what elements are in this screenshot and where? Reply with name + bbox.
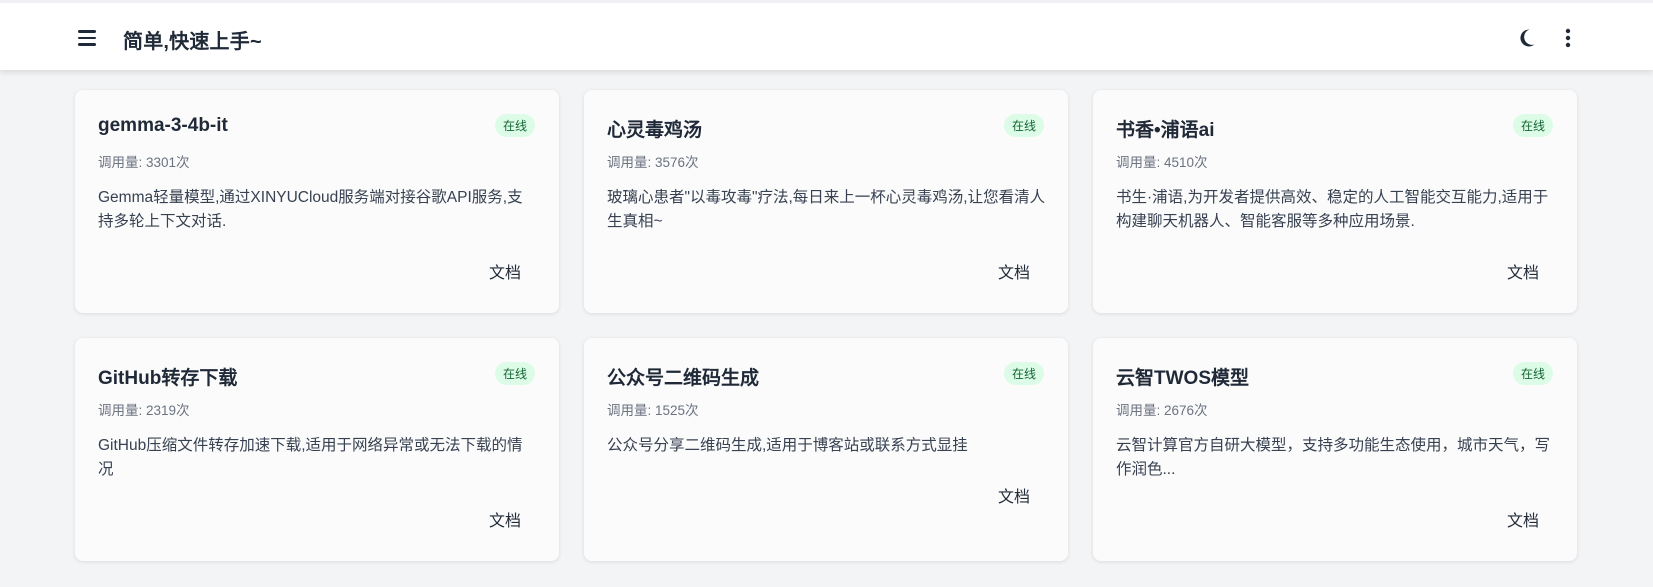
status-badge: 在线 [1003, 362, 1044, 385]
call-count: 调用量: 3576次 [607, 155, 699, 170]
status-badge: 在线 [1512, 114, 1553, 137]
api-card[interactable]: 书香•浦语ai 在线 调用量: 4510次 书生·浦语,为开发者提供高效、稳定的… [1093, 90, 1577, 313]
api-card-title: gemma-3-4b-it [98, 115, 228, 136]
call-count: 调用量: 4510次 [1116, 155, 1208, 170]
call-count: 调用量: 2319次 [98, 403, 190, 418]
api-card[interactable]: GitHub转存下载 在线 调用量: 2319次 GitHub压缩文件转存加速下… [75, 338, 559, 561]
docs-link[interactable]: 文档 [489, 259, 521, 283]
docs-link[interactable]: 文档 [1507, 259, 1539, 283]
api-card[interactable]: gemma-3-4b-it 在线 调用量: 3301次 Gemma轻量模型,通过… [75, 90, 559, 313]
status-badge: 在线 [494, 362, 535, 385]
docs-link[interactable]: 文档 [489, 507, 521, 531]
status-badge: 在线 [1003, 114, 1044, 137]
menu-icon[interactable] [78, 26, 102, 50]
docs-link[interactable]: 文档 [1507, 507, 1539, 531]
top-app-bar: 简单,快速上手~ [0, 0, 1653, 70]
api-card[interactable]: 云智TWOS模型 在线 调用量: 2676次 云智计算官方自研大模型，支持多功能… [1093, 338, 1577, 561]
api-card[interactable]: 心灵毒鸡汤 在线 调用量: 3576次 玻璃心患者"以毒攻毒"疗法,每日来上一杯… [584, 90, 1068, 313]
status-badge: 在线 [1512, 362, 1553, 385]
call-count: 调用量: 3301次 [98, 155, 190, 170]
menu-icon-bar [78, 36, 96, 40]
more-vertical-icon[interactable] [1556, 26, 1580, 50]
call-count: 调用量: 1525次 [607, 403, 699, 418]
call-count: 调用量: 2676次 [1116, 403, 1208, 418]
menu-icon-bar [78, 43, 96, 46]
dark-mode-moon-icon[interactable] [1514, 26, 1538, 50]
docs-link[interactable]: 文档 [998, 259, 1030, 283]
api-card-description: 书生·浦语,为开发者提供高效、稳定的人工智能交互能力,适用于构建聊天机器人、智能… [1116, 189, 1549, 230]
page-title: 简单,快速上手~ [123, 31, 262, 53]
docs-link[interactable]: 文档 [998, 483, 1030, 507]
menu-icon-bar [78, 30, 96, 33]
api-card-title: 书香•浦语ai [1116, 120, 1215, 141]
api-card-description: GitHub压缩文件转存加速下载,适用于网络异常或无法下载的情况 [98, 437, 523, 478]
api-card-description: 公众号分享二维码生成,适用于博客站或联系方式显挂 [607, 437, 968, 454]
api-card-title: 公众号二维码生成 [607, 368, 760, 389]
api-card-description: Gemma轻量模型,通过XINYUCloud服务端对接谷歌API服务,支持多轮上… [98, 189, 523, 230]
api-card-title: GitHub转存下载 [98, 368, 238, 389]
api-card-title: 云智TWOS模型 [1116, 368, 1249, 389]
api-card-grid: gemma-3-4b-it 在线 调用量: 3301次 Gemma轻量模型,通过… [75, 90, 1577, 561]
api-card-title: 心灵毒鸡汤 [607, 120, 703, 141]
api-card[interactable]: 公众号二维码生成 在线 调用量: 1525次 公众号分享二维码生成,适用于博客站… [584, 338, 1068, 561]
status-badge: 在线 [494, 114, 535, 137]
api-card-description: 玻璃心患者"以毒攻毒"疗法,每日来上一杯心灵毒鸡汤,让您看清人生真相~ [607, 189, 1046, 230]
api-card-description: 云智计算官方自研大模型，支持多功能生态使用，城市天气，写作润色... [1116, 437, 1551, 478]
